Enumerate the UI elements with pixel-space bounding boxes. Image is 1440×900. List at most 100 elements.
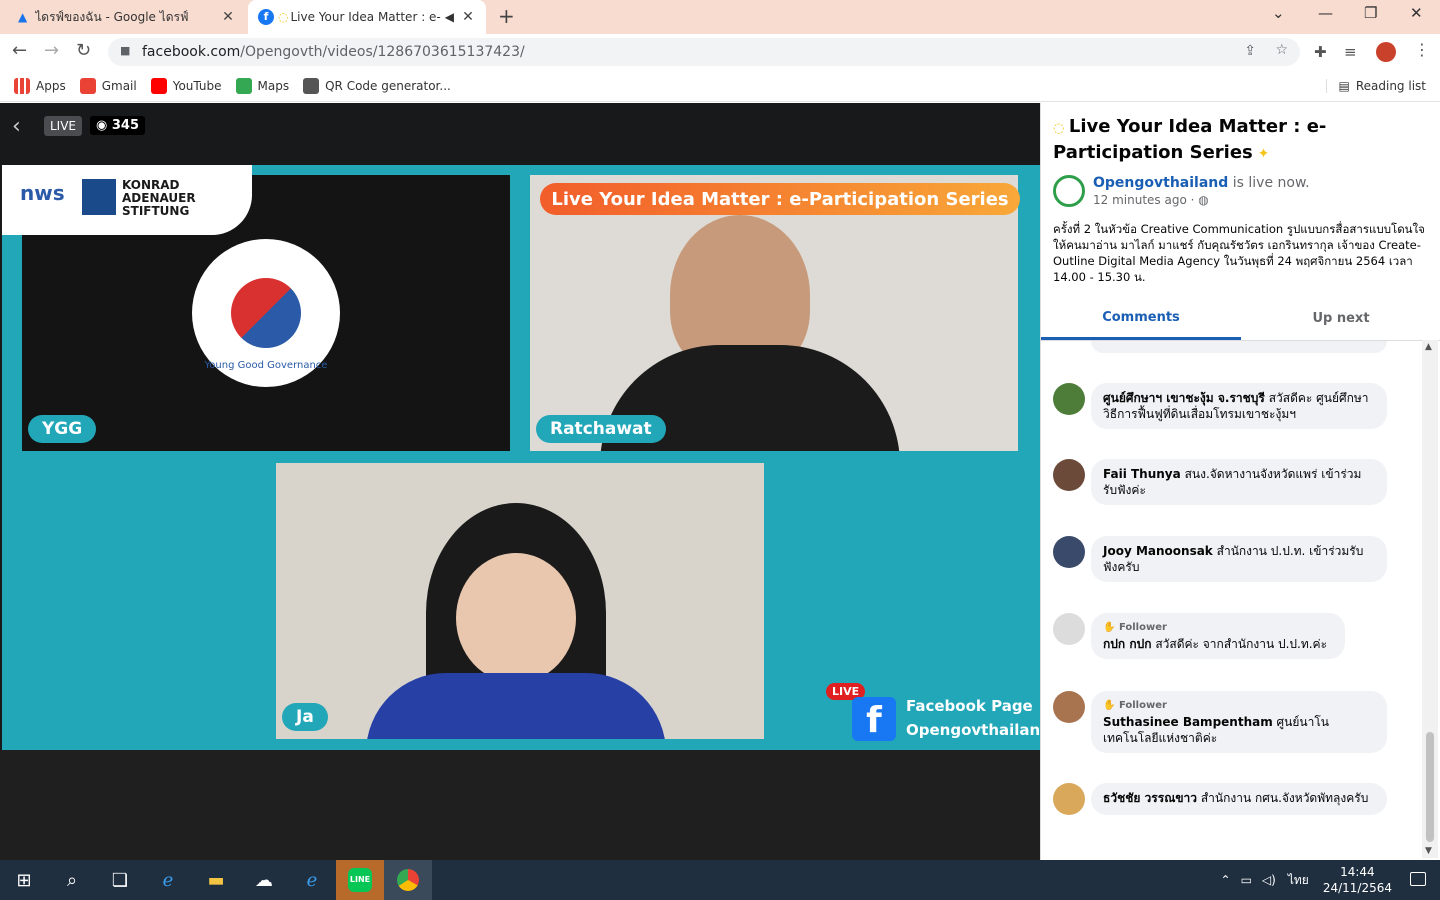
list-item: ธวัชชัย วรรณขาว สำนักงาน กศน.จังหวัดพัทล…	[1053, 783, 1387, 815]
line-app-icon[interactable]: LINE	[336, 860, 384, 900]
bookmark-apps[interactable]: Apps	[14, 77, 66, 94]
comments-scrollbar[interactable]: ▲ ▼	[1422, 340, 1438, 858]
reload-icon[interactable]: ↻	[76, 40, 91, 61]
back-icon[interactable]: ←	[12, 40, 27, 61]
tab-title: Live Your Idea Matter : e-P	[290, 10, 441, 24]
apps-grid-icon	[14, 77, 30, 94]
facebook-page-ad: LIVE f Facebook Page Opengovthailand	[826, 683, 1051, 743]
close-window-icon[interactable]: ✕	[1410, 4, 1423, 22]
network-icon[interactable]: ▭	[1241, 873, 1252, 887]
onedrive-icon[interactable]: ☁	[240, 860, 288, 900]
reading-list[interactable]: ▤ Reading list	[1325, 78, 1426, 93]
comment-bubble: ศูนย์ศึกษาฯ เขาชะงุ้ม จ.ราชบุรี สวัสดีคะ…	[1091, 383, 1387, 429]
google-drive-icon: ▲	[18, 10, 28, 24]
lightbulb-icon: ◌	[278, 10, 289, 24]
scroll-up-icon[interactable]: ▲	[1425, 342, 1432, 352]
avatar[interactable]	[1053, 459, 1085, 491]
close-tab-icon[interactable]: ✕	[220, 9, 236, 25]
chevron-up-icon[interactable]: ⌃	[1221, 873, 1231, 887]
avatar[interactable]	[1053, 383, 1085, 415]
comment-bubble: ธวัชชัย วรรณขาว สำนักงาน กศน.จังหวัดพัทล…	[1091, 783, 1387, 815]
fb-ad-line2: Opengovthailand	[906, 721, 1051, 739]
tab-search-icon[interactable]: ⌄	[1272, 4, 1285, 22]
post-time[interactable]: 12 minutes ago ·	[1093, 193, 1194, 207]
chrome-icon[interactable]	[384, 860, 432, 900]
qr-code-icon	[303, 77, 320, 94]
comment-author[interactable]: Faii Thunya	[1103, 467, 1181, 481]
volume-icon[interactable]: ◁)	[1262, 873, 1276, 887]
system-tray: ⌃ ▭ ◁) ไทย 14:44 24/11/2564	[1221, 860, 1392, 900]
eye-icon: ◉	[96, 118, 112, 133]
comment-author[interactable]: Jooy Manoonsak	[1103, 544, 1213, 558]
live-badge: LIVE	[44, 116, 83, 136]
menu-icon[interactable]: ⋮	[1414, 40, 1430, 59]
tab-facebook-live[interactable]: f ◌ Live Your Idea Matter : e-P ◀ ✕	[248, 0, 486, 34]
avatar[interactable]	[1053, 536, 1085, 568]
comment-author[interactable]: ศูนย์ศึกษาฯ เขาชะงุ้ม จ.ราชบุรี	[1103, 391, 1265, 405]
profile-avatar[interactable]	[1376, 42, 1396, 62]
comment-author[interactable]: Suthasinee Bampentham	[1103, 715, 1273, 729]
comment-text: สำนักงาน กศน.จังหวัดพัทลุงครับ	[1200, 791, 1369, 805]
file-explorer-icon[interactable]: ▬	[192, 860, 240, 900]
participant-name: Ja	[282, 703, 328, 731]
video-sidebar: ◌ Live Your Idea Matter : e-Participatio…	[1040, 103, 1440, 860]
tab-up-next[interactable]: Up next	[1241, 297, 1440, 340]
media-control-icon[interactable]: ≡	[1344, 43, 1357, 61]
notifications-icon[interactable]	[1410, 872, 1426, 886]
address-bar[interactable]: ■ facebook.com/Opengovth/videos/12867036…	[108, 38, 1300, 66]
tab-bar: ▲ ไดรฟ์ของฉัน - Google ไดรฟ์ ✕ f ◌ Live …	[0, 0, 1440, 34]
comment-bubble: ✋ Follower Suthasinee Bampentham ศูนย์นาโ…	[1091, 691, 1387, 753]
forward-icon[interactable]: →	[44, 40, 59, 61]
clock[interactable]: 14:44 24/11/2564	[1323, 864, 1392, 896]
chevron-left-icon[interactable]: ‹	[12, 114, 21, 139]
sidebar-tabs: Comments Up next	[1041, 297, 1440, 341]
video-controls-area	[0, 750, 1040, 860]
page-avatar[interactable]	[1053, 175, 1085, 207]
share-icon[interactable]: ⇪	[1244, 43, 1256, 59]
input-language[interactable]: ไทย	[1288, 871, 1309, 890]
scroll-down-icon[interactable]: ▼	[1425, 846, 1432, 856]
list-item: ศูนย์ศึกษาฯ เขาชะงุ้ม จ.ราชบุรี สวัสดีคะ…	[1053, 383, 1387, 429]
list-item: ✋ Follower Suthasinee Bampentham ศูนย์นาโ…	[1053, 691, 1387, 753]
event-banner: Live Your Idea Matter : e-Participation …	[540, 183, 1020, 215]
avatar[interactable]	[1053, 691, 1085, 723]
tab-comments[interactable]: Comments	[1041, 297, 1241, 340]
comment-author[interactable]: กปก กปก	[1103, 637, 1151, 651]
video-description: ครั้งที่ 2 ในหัวข้อ Creative Communicati…	[1053, 222, 1425, 284]
page-name-link[interactable]: Opengovthailand	[1093, 175, 1228, 191]
tab-google-drive[interactable]: ▲ ไดรฟ์ของฉัน - Google ไดรฟ์ ✕	[8, 0, 246, 34]
ygg-logo-text: Young Good Governance	[204, 360, 328, 371]
bookmark-gmail[interactable]: Gmail	[79, 77, 137, 94]
windows-start-icon[interactable]: ⊞	[0, 860, 48, 900]
scrollbar-thumb[interactable]	[1426, 732, 1434, 842]
bookmark-youtube[interactable]: YouTube	[150, 77, 222, 94]
task-view-icon[interactable]: ❏	[96, 860, 144, 900]
follower-icon: ✋	[1103, 700, 1119, 711]
star-icon[interactable]: ☆	[1275, 42, 1288, 58]
close-tab-icon[interactable]: ✕	[460, 9, 476, 25]
lightbulb-icon: ◌	[1053, 121, 1069, 136]
browser-toolbar: ← → ↻ ■ facebook.com/Opengovth/videos/12…	[0, 34, 1440, 70]
nws-logo: nws	[20, 181, 65, 205]
list-item: ✋ Follower กปก กปก สวัสดีค่ะ จากสำนักงาน …	[1053, 613, 1345, 659]
comment-author[interactable]: ธวัชชัย วรรณขาว	[1103, 791, 1197, 805]
search-icon[interactable]: ⌕	[48, 860, 96, 900]
internet-explorer-icon[interactable]: ℯ	[288, 860, 336, 900]
bookmark-qr-code[interactable]: QR Code generator...	[303, 77, 451, 94]
avatar[interactable]	[1053, 783, 1085, 815]
speaker-icon[interactable]: ◀	[445, 10, 454, 24]
maximize-icon[interactable]: ❐	[1364, 4, 1377, 22]
edge-icon[interactable]: ℯ	[144, 860, 192, 900]
bookmarks-bar: Apps Gmail YouTube Maps QR Code generato…	[0, 70, 1440, 102]
kas-logo-icon	[82, 179, 116, 215]
new-tab-icon[interactable]: +	[498, 4, 515, 28]
bookmark-maps[interactable]: Maps	[235, 77, 289, 94]
comment-bubble: Faii Thunya สนง.จัดหางานจังหวัดแพร่ เข้า…	[1091, 459, 1387, 505]
video-tile-ja: Ja	[276, 463, 764, 739]
kas-logo-text: KONRAD ADENAUER STIFTUNG	[122, 178, 196, 218]
video-tile-ratchawat: Ratchawat	[530, 175, 1018, 451]
avatar[interactable]	[1053, 613, 1085, 645]
minimize-icon[interactable]: —	[1318, 4, 1333, 22]
extensions-icon[interactable]: ✚	[1314, 43, 1327, 61]
list-item: Jooy Manoonsak สำนักงาน ป.ป.ท. เข้าร่วมร…	[1053, 536, 1387, 582]
